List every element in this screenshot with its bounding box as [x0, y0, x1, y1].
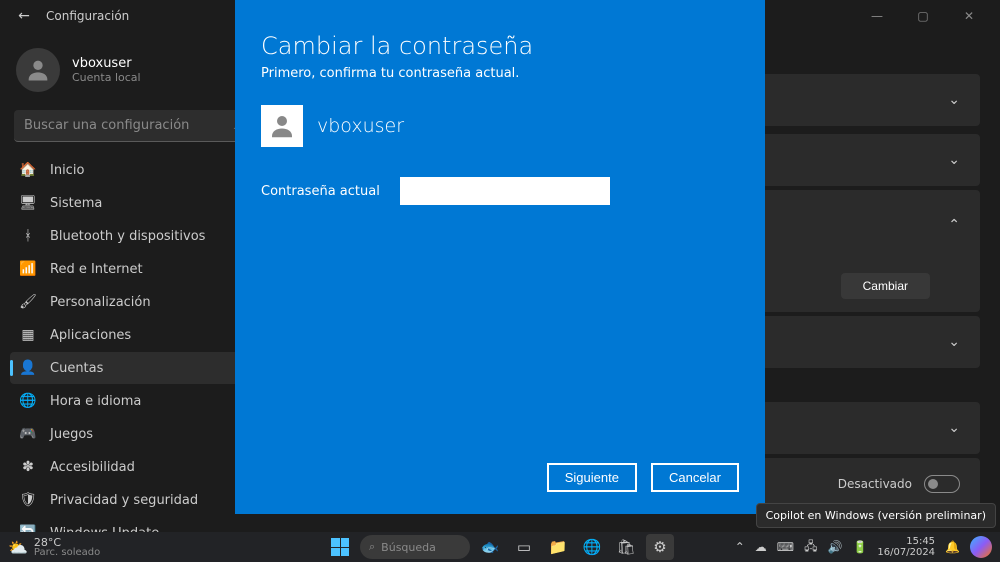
brush-icon: 🖌: [20, 294, 36, 310]
date: 16/07/2024: [877, 547, 935, 558]
sidebar-item-red[interactable]: 📶 Red e Internet: [10, 253, 255, 285]
sidebar-item-label: Privacidad y seguridad: [50, 493, 198, 508]
sidebar-item-privacidad[interactable]: 🛡 Privacidad y seguridad: [10, 484, 255, 516]
chevron-down-icon: ⌄: [948, 334, 960, 350]
sidebar-item-inicio[interactable]: 🏠 Inicio: [10, 154, 255, 186]
start-button[interactable]: [326, 534, 354, 560]
weather-widget[interactable]: ⛅ 28°C Parc. soleado: [8, 537, 100, 558]
accounts-icon: 👤: [20, 360, 36, 376]
modal-avatar: [261, 105, 303, 147]
windows-icon: [331, 538, 349, 556]
sidebar-item-personalizacion[interactable]: 🖌 Personalización: [10, 286, 255, 318]
chevron-down-icon: ⌄: [948, 92, 960, 108]
tray-chevron-icon[interactable]: ⌃: [735, 540, 745, 554]
back-button[interactable]: ←: [8, 8, 40, 24]
battery-icon[interactable]: 🔋: [852, 540, 867, 554]
widget-button[interactable]: 🐟: [476, 534, 504, 560]
clock[interactable]: 15:45 16/07/2024: [877, 536, 935, 558]
shield-icon: 🛡: [20, 492, 36, 508]
apps-icon: ▦: [20, 327, 36, 343]
sidebar-item-label: Cuentas: [50, 361, 103, 376]
chevron-up-icon: ⌃: [948, 217, 960, 233]
sidebar-item-sistema[interactable]: 🖥 Sistema: [10, 187, 255, 219]
nav-list: 🏠 Inicio 🖥 Sistema ᚼ Bluetooth y dispositiv…: [6, 154, 259, 549]
copilot-button[interactable]: [970, 536, 992, 558]
home-icon: 🏠: [20, 162, 36, 178]
volume-icon[interactable]: 🔊: [828, 540, 843, 554]
modal-username: vboxuser: [317, 115, 404, 137]
onedrive-icon[interactable]: ☁: [755, 540, 767, 554]
close-button[interactable]: ✕: [946, 0, 992, 32]
network-tray-icon[interactable]: 🖧: [804, 537, 817, 558]
password-field-label: Contraseña actual: [261, 184, 380, 199]
window-title: Configuración: [46, 9, 129, 23]
user-type: Cuenta local: [72, 71, 141, 84]
games-icon: 🎮: [20, 426, 36, 442]
task-view-button[interactable]: ▭: [510, 534, 538, 560]
accessibility-icon: ✽: [20, 459, 36, 475]
weather-icon: ⛅: [8, 538, 28, 557]
sidebar-item-label: Red e Internet: [50, 262, 143, 277]
sidebar-item-label: Accesibilidad: [50, 460, 135, 475]
user-block[interactable]: vboxuser Cuenta local: [6, 32, 259, 110]
toggle-switch[interactable]: [924, 475, 960, 493]
minimize-button[interactable]: —: [854, 0, 900, 32]
time: 15:45: [877, 536, 935, 547]
taskbar-search[interactable]: ⌕ Búsqueda: [360, 535, 470, 559]
clock-icon: 🌐: [20, 393, 36, 409]
network-icon: 📶: [20, 261, 36, 277]
language-icon[interactable]: ⌨: [777, 540, 794, 554]
sidebar-item-label: Inicio: [50, 163, 84, 178]
sidebar-item-label: Aplicaciones: [50, 328, 131, 343]
store-button[interactable]: 🛍: [612, 534, 640, 560]
search-label: Búsqueda: [381, 541, 436, 554]
user-name: vboxuser: [72, 56, 141, 71]
weather-temp: 28°C: [34, 537, 100, 548]
sidebar-item-label: Personalización: [50, 295, 151, 310]
person-icon: [267, 111, 297, 141]
weather-desc: Parc. soleado: [34, 548, 100, 558]
next-button[interactable]: Siguiente: [547, 463, 637, 492]
person-icon: [24, 56, 52, 84]
sidebar-item-label: Bluetooth y dispositivos: [50, 229, 205, 244]
bluetooth-icon: ᚼ: [20, 228, 36, 244]
modal-title: Cambiar la contraseña: [261, 32, 739, 60]
system-icon: 🖥: [20, 195, 36, 211]
taskbar: ⛅ 28°C Parc. soleado ⌕ Búsqueda 🐟 ▭ 📁 🌐 …: [0, 532, 1000, 562]
edge-button[interactable]: 🌐: [578, 534, 606, 560]
chevron-down-icon: ⌄: [948, 152, 960, 168]
search-input[interactable]: Buscar una configuración ⌕: [14, 110, 251, 142]
settings-button[interactable]: ⚙: [646, 534, 674, 560]
explorer-button[interactable]: 📁: [544, 534, 572, 560]
search-icon: ⌕: [369, 540, 375, 554]
maximize-button[interactable]: ▢: [900, 0, 946, 32]
avatar: [16, 48, 60, 92]
sidebar-item-hora[interactable]: 🌐 Hora e idioma: [10, 385, 255, 417]
copilot-tooltip: Copilot en Windows (versión preliminar): [756, 503, 996, 528]
sidebar-item-label: Sistema: [50, 196, 102, 211]
sidebar-item-accesibilidad[interactable]: ✽ Accesibilidad: [10, 451, 255, 483]
system-tray: ⌃ ☁ ⌨ 🖧 🔊 🔋 15:45 16/07/2024 🔔: [735, 536, 992, 558]
modal-subtitle: Primero, confirma tu contraseña actual.: [261, 66, 739, 81]
sidebar-item-label: Juegos: [50, 427, 93, 442]
cambiar-button[interactable]: Cambiar: [841, 273, 930, 299]
sidebar-item-cuentas[interactable]: 👤 Cuentas: [10, 352, 255, 384]
sidebar: vboxuser Cuenta local Buscar una configu…: [0, 32, 265, 532]
sidebar-item-aplicaciones[interactable]: ▦ Aplicaciones: [10, 319, 255, 351]
current-password-input[interactable]: [400, 177, 610, 205]
sidebar-item-bluetooth[interactable]: ᚼ Bluetooth y dispositivos: [10, 220, 255, 252]
change-password-modal: Cambiar la contraseña Primero, confirma …: [235, 0, 765, 514]
notifications-icon[interactable]: 🔔: [945, 540, 960, 554]
sidebar-item-juegos[interactable]: 🎮 Juegos: [10, 418, 255, 450]
toggle-label: Desactivado: [838, 477, 912, 491]
chevron-down-icon: ⌄: [948, 420, 960, 436]
taskbar-center: ⌕ Búsqueda 🐟 ▭ 📁 🌐 🛍 ⚙: [326, 534, 674, 560]
search-placeholder: Buscar una configuración: [24, 118, 234, 133]
cancel-button[interactable]: Cancelar: [651, 463, 739, 492]
sidebar-item-label: Hora e idioma: [50, 394, 141, 409]
